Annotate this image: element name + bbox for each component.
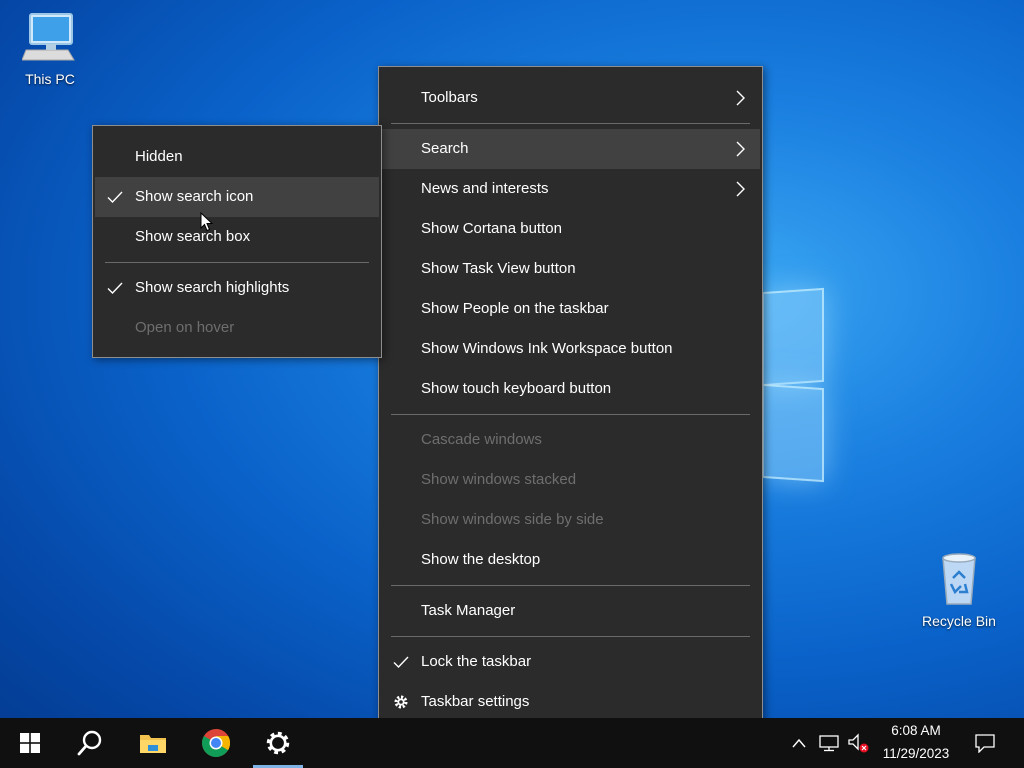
clock-date[interactable]: 11/29/2023 (868, 746, 964, 761)
submenu-item-show-search-highlights[interactable]: Show search highlights (95, 268, 379, 308)
menu-item-show-task-view[interactable]: Show Task View button (381, 249, 760, 289)
menu-divider (391, 636, 750, 637)
checkmark-icon (107, 191, 123, 204)
menu-divider (391, 123, 750, 124)
checkmark-icon (107, 282, 123, 295)
recycle-bin-icon (942, 553, 976, 605)
gear-icon (394, 695, 408, 709)
menu-item-label: News and interests (421, 180, 549, 197)
desktop-icon-label: This PC (25, 71, 75, 87)
menu-item-label: Taskbar settings (421, 693, 530, 710)
menu-item-label: Show Task View button (421, 260, 576, 277)
desktop-icon-recycle-bin[interactable]: Recycle Bin (918, 552, 1000, 629)
menu-item-task-manager[interactable]: Task Manager (381, 591, 760, 631)
settings-icon (266, 731, 290, 755)
menu-divider (391, 585, 750, 586)
desktop-icon-this-pc[interactable]: This PC (12, 12, 88, 87)
menu-item-cascade-windows: Cascade windows (381, 420, 760, 460)
menu-item-label: Open on hover (135, 319, 235, 336)
network-tray-button[interactable] (814, 718, 844, 768)
windows-wallpaper-logo (762, 287, 824, 483)
menu-item-show-cortana[interactable]: Show Cortana button (381, 209, 760, 249)
menu-item-show-ink-workspace[interactable]: Show Windows Ink Workspace button (381, 329, 760, 369)
menu-item-label: Show search box (135, 228, 251, 245)
start-button[interactable] (3, 718, 57, 768)
submenu-item-hidden[interactable]: Hidden (95, 137, 379, 177)
desktop-icon-label: Recycle Bin (922, 613, 996, 629)
menu-item-label: Show windows stacked (421, 471, 577, 488)
file-explorer-icon (140, 735, 166, 753)
taskbar-file-explorer[interactable] (126, 718, 180, 768)
menu-item-label: Show search highlights (135, 279, 290, 296)
action-center-button[interactable] (958, 718, 1012, 768)
mouse-cursor-icon (200, 212, 214, 232)
menu-item-label: Hidden (135, 148, 183, 165)
menu-item-show-people[interactable]: Show People on the taskbar (381, 289, 760, 329)
menu-item-label: Show search icon (135, 188, 254, 205)
menu-item-label: Lock the taskbar (421, 653, 532, 670)
taskbar-chrome[interactable] (189, 718, 243, 768)
computer-icon (21, 13, 75, 61)
clock-time[interactable]: 6:08 AM (868, 723, 964, 738)
menu-item-label: Show Windows Ink Workspace button (421, 340, 673, 357)
chevron-right-icon (736, 141, 745, 157)
menu-item-label: Toolbars (421, 89, 478, 106)
taskbar-settings[interactable] (251, 718, 305, 768)
search-submenu: Hidden Show search icon Show search box … (92, 125, 382, 358)
checkmark-icon (393, 656, 409, 669)
volume-muted-icon (848, 733, 869, 753)
menu-item-taskbar-settings[interactable]: Taskbar settings (381, 682, 760, 722)
menu-item-windows-stacked: Show windows stacked (381, 460, 760, 500)
notification-icon (975, 734, 995, 753)
menu-item-news-and-interests[interactable]: News and interests (381, 169, 760, 209)
menu-item-label: Show People on the taskbar (421, 300, 609, 317)
wallpaper-pane-bottom (762, 383, 824, 483)
submenu-item-show-search-box[interactable]: Show search box (95, 217, 379, 257)
menu-item-label: Task Manager (421, 602, 516, 619)
menu-item-label: Show touch keyboard button (421, 380, 612, 397)
menu-item-show-desktop[interactable]: Show the desktop (381, 540, 760, 580)
chevron-right-icon (736, 90, 745, 106)
taskbar-search-button[interactable] (63, 718, 117, 768)
menu-item-show-touch-keyboard[interactable]: Show touch keyboard button (381, 369, 760, 409)
show-hidden-icons-button[interactable] (784, 718, 814, 768)
menu-item-label: Cascade windows (421, 431, 542, 448)
menu-divider (391, 414, 750, 415)
menu-item-label: Search (421, 140, 469, 157)
search-icon (77, 730, 102, 756)
menu-item-label: Show the desktop (421, 551, 541, 568)
submenu-item-show-search-icon[interactable]: Show search icon (95, 177, 379, 217)
menu-item-toolbars[interactable]: Toolbars (381, 78, 760, 118)
menu-item-label: Show Cortana button (421, 220, 562, 237)
chevron-up-icon (792, 738, 806, 748)
chevron-right-icon (736, 181, 745, 197)
network-icon (819, 735, 839, 752)
menu-item-lock-taskbar[interactable]: Lock the taskbar (381, 642, 760, 682)
chrome-icon (202, 729, 230, 757)
menu-item-search[interactable]: Search (381, 129, 760, 169)
taskbar-context-menu: Toolbars Search News and interests Show … (378, 66, 763, 732)
menu-item-windows-side-by-side: Show windows side by side (381, 500, 760, 540)
menu-divider (105, 262, 369, 263)
wallpaper-pane-top (762, 287, 824, 387)
windows-start-icon (20, 733, 40, 753)
menu-item-label: Show windows side by side (421, 511, 604, 528)
submenu-item-open-on-hover: Open on hover (95, 308, 379, 348)
